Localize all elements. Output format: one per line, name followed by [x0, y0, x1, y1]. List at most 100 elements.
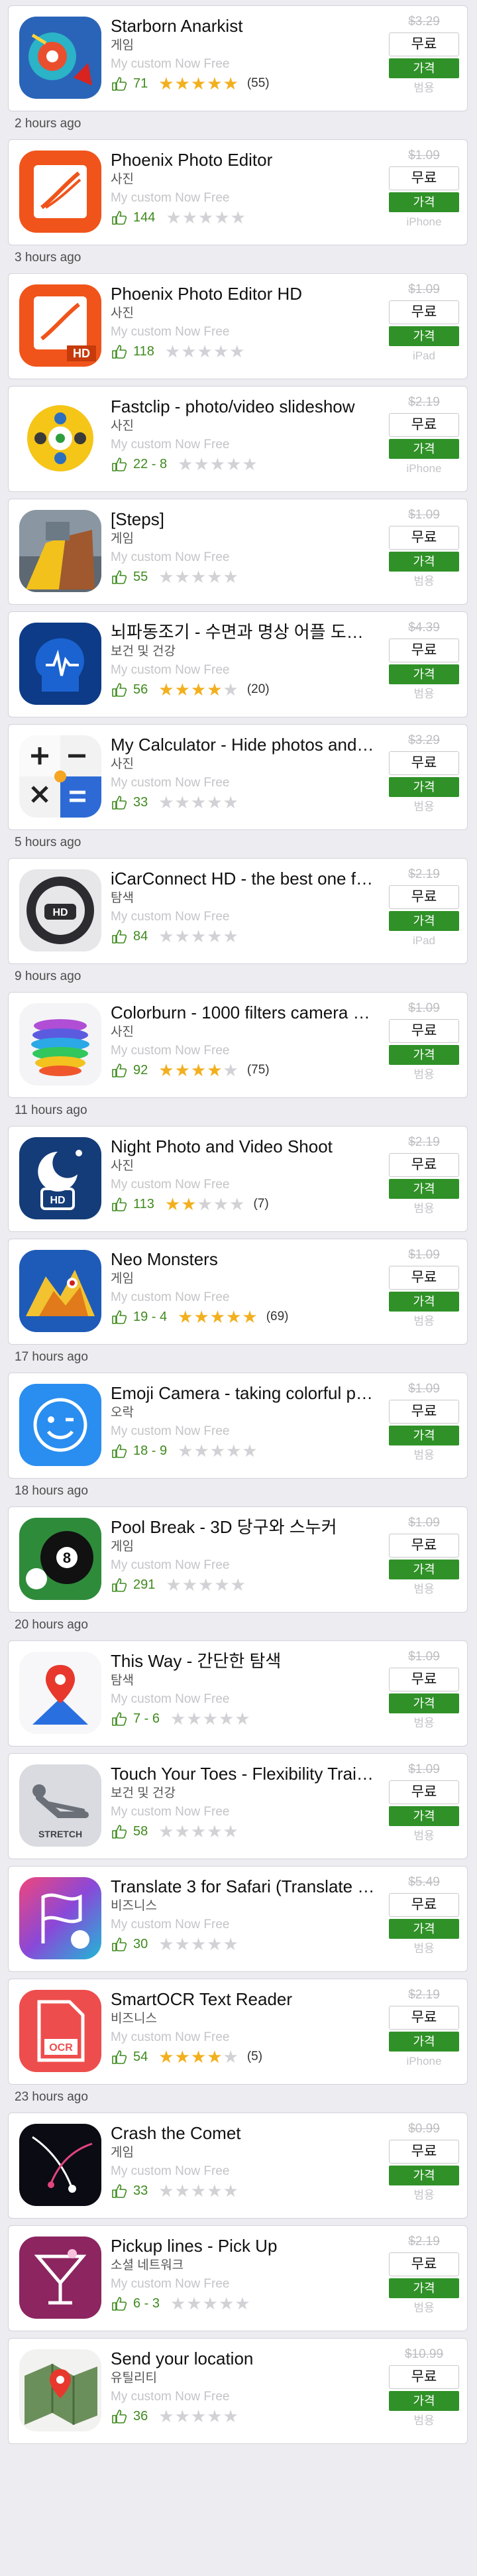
thumbs-up-icon[interactable] — [111, 75, 128, 92]
thumbs-up-icon[interactable] — [111, 1576, 128, 1593]
app-card[interactable]: HD Phoenix Photo Editor HD 사진 My custom Now… — [8, 273, 468, 379]
app-name[interactable]: My Calculator - Hide photos and videos — [111, 734, 376, 755]
app-name[interactable]: Pool Break - 3D 당구와 스누커 — [111, 1516, 376, 1538]
app-card[interactable]: HD iCarConnect HD - the best one for cars… — [8, 858, 468, 964]
price-button[interactable]: 가격 — [389, 58, 459, 78]
brainwave-head-icon[interactable] — [19, 623, 101, 705]
translate-flag-icon[interactable] — [19, 1877, 101, 1959]
map-pin-arrow-icon[interactable] — [19, 1652, 101, 1734]
thumbs-up-icon[interactable] — [111, 1308, 128, 1325]
fastclip-icon[interactable] — [19, 397, 101, 479]
app-name[interactable]: Send your location — [111, 2348, 376, 2369]
thumbs-up-icon[interactable] — [111, 568, 128, 585]
app-name[interactable]: Colorburn - 1000 filters camera effects — [111, 1002, 376, 1023]
ocr-document-icon[interactable]: OCR — [19, 1990, 101, 2072]
app-name[interactable]: [Steps] — [111, 509, 376, 530]
app-card[interactable]: Emoji Camera - taking colorful photos 오락 M… — [8, 1373, 468, 1479]
thumbs-up-icon[interactable] — [111, 1062, 128, 1079]
price-button[interactable]: 가격 — [389, 326, 459, 346]
price-button[interactable]: 가격 — [389, 192, 459, 212]
app-card[interactable]: Neo Monsters 게임 My custom Now Free 19 - 4 ★ ★… — [8, 1239, 468, 1345]
price-button[interactable]: 가격 — [389, 777, 459, 797]
price-button[interactable]: 가격 — [389, 2032, 459, 2052]
free-button[interactable]: 무료 — [389, 1780, 459, 1804]
colorburn-icon[interactable] — [19, 1003, 101, 1085]
free-button[interactable]: 무료 — [389, 751, 459, 775]
price-button[interactable]: 가격 — [389, 1693, 459, 1713]
app-card[interactable]: Translate 3 for Safari (Translate Web Pa… — [8, 1866, 468, 1972]
free-button[interactable]: 무료 — [389, 639, 459, 662]
neo-monsters-icon[interactable] — [19, 1250, 101, 1332]
price-button[interactable]: 가격 — [389, 1806, 459, 1826]
price-button[interactable]: 가격 — [389, 1919, 459, 1939]
price-button[interactable]: 가격 — [389, 1045, 459, 1065]
price-button[interactable]: 가격 — [389, 664, 459, 684]
free-button[interactable]: 무료 — [389, 526, 459, 550]
comet-icon[interactable] — [19, 2124, 101, 2206]
free-button[interactable]: 무료 — [389, 1893, 459, 1917]
free-button[interactable]: 무료 — [389, 1400, 459, 1424]
app-card[interactable]: [Steps] 게임 My custom Now Free 55 ★ ★ ★ ★ ★ $1.09 무… — [8, 499, 468, 605]
app-name[interactable]: Night Photo and Video Shoot — [111, 1136, 376, 1157]
app-card[interactable]: Send your location 유틸리티 My custom Now Free… — [8, 2338, 468, 2444]
thumbs-up-icon[interactable] — [111, 1710, 128, 1727]
steering-wheel-icon[interactable]: HD — [19, 869, 101, 951]
starborn-anarkist-icon[interactable] — [19, 17, 101, 99]
app-card[interactable]: Starborn Anarkist 게임 My custom Now Free 71 ★… — [8, 5, 468, 111]
app-name[interactable]: Phoenix Photo Editor — [111, 149, 376, 170]
thumbs-up-icon[interactable] — [111, 681, 128, 698]
free-button[interactable]: 무료 — [389, 1266, 459, 1290]
emoji-camera-icon[interactable] — [19, 1384, 101, 1466]
price-button[interactable]: 가격 — [389, 2391, 459, 2411]
billiard-ball-icon[interactable]: 8 — [19, 1518, 101, 1600]
app-card[interactable]: Pickup lines - Pick Up 소셜 네트워크 My custom N… — [8, 2225, 468, 2331]
free-button[interactable]: 무료 — [389, 2006, 459, 2030]
thumbs-up-icon[interactable] — [111, 456, 128, 473]
price-button[interactable]: 가격 — [389, 439, 459, 459]
app-name[interactable]: Starborn Anarkist — [111, 15, 376, 36]
free-button[interactable]: 무료 — [389, 1534, 459, 1558]
thumbs-up-icon[interactable] — [111, 1823, 128, 1840]
app-name[interactable]: 뇌파동조기 - 수면과 명상 어플 도우미 — [111, 621, 376, 643]
phoenix-photo-editor-hd-icon[interactable]: HD — [19, 284, 101, 367]
app-card[interactable]: This Way - 간단한 탐색 탐색 My custom Now Free 7 -… — [8, 1640, 468, 1747]
price-button[interactable]: 가격 — [389, 1179, 459, 1199]
free-button[interactable]: 무료 — [389, 32, 459, 56]
thumbs-up-icon[interactable] — [111, 928, 128, 945]
app-card[interactable]: Fastclip - photo/video slideshow 사진 My cus… — [8, 386, 468, 492]
app-name[interactable]: SmartOCR Text Reader — [111, 1989, 376, 2010]
app-name[interactable]: Emoji Camera - taking colorful photos — [111, 1382, 376, 1404]
free-button[interactable]: 무료 — [389, 2365, 459, 2389]
calculator-icon[interactable] — [19, 735, 101, 818]
free-button[interactable]: 무료 — [389, 413, 459, 437]
price-button[interactable]: 가격 — [389, 1560, 459, 1579]
price-button[interactable]: 가격 — [389, 911, 459, 931]
app-card[interactable]: 8 Pool Break - 3D 당구와 스누커 게임 My custom Now … — [8, 1506, 468, 1613]
thumbs-up-icon[interactable] — [111, 1935, 128, 1953]
app-card[interactable]: OCR SmartOCR Text Reader 비즈니스 My custom Now… — [8, 1979, 468, 2085]
thumbs-up-icon[interactable] — [111, 1442, 128, 1459]
thumbs-up-icon[interactable] — [111, 1196, 128, 1213]
app-card[interactable]: Crash the Comet 게임 My custom Now Free 33 ★ ★ ★… — [8, 2113, 468, 2219]
free-button[interactable]: 무료 — [389, 1153, 459, 1177]
app-card[interactable]: My Calculator - Hide photos and videos 사진… — [8, 724, 468, 830]
thumbs-up-icon[interactable] — [111, 2295, 128, 2312]
phoenix-photo-editor-icon[interactable] — [19, 151, 101, 233]
steps-game-icon[interactable] — [19, 510, 101, 592]
price-button[interactable]: 가격 — [389, 2166, 459, 2185]
thumbs-up-icon[interactable] — [111, 209, 128, 226]
free-button[interactable]: 무료 — [389, 2252, 459, 2276]
cocktail-glass-icon[interactable] — [19, 2237, 101, 2319]
app-card[interactable]: HD Night Photo and Video Shoot 사진 My custom… — [8, 1126, 468, 1232]
free-button[interactable]: 무료 — [389, 166, 459, 190]
price-button[interactable]: 가격 — [389, 1292, 459, 1312]
stretch-icon[interactable]: STRETCH — [19, 1764, 101, 1847]
app-name[interactable]: Touch Your Toes - Flexibility Training — [111, 1763, 376, 1784]
app-name[interactable]: Fastclip - photo/video slideshow — [111, 396, 376, 417]
thumbs-up-icon[interactable] — [111, 343, 128, 360]
app-name[interactable]: This Way - 간단한 탐색 — [111, 1650, 376, 1672]
app-name[interactable]: Pickup lines - Pick Up — [111, 2235, 376, 2256]
app-card[interactable]: 뇌파동조기 - 수면과 명상 어플 도우미 보건 및 건강 My custom No… — [8, 611, 468, 717]
free-button[interactable]: 무료 — [389, 2140, 459, 2164]
price-button[interactable]: 가격 — [389, 1426, 459, 1445]
